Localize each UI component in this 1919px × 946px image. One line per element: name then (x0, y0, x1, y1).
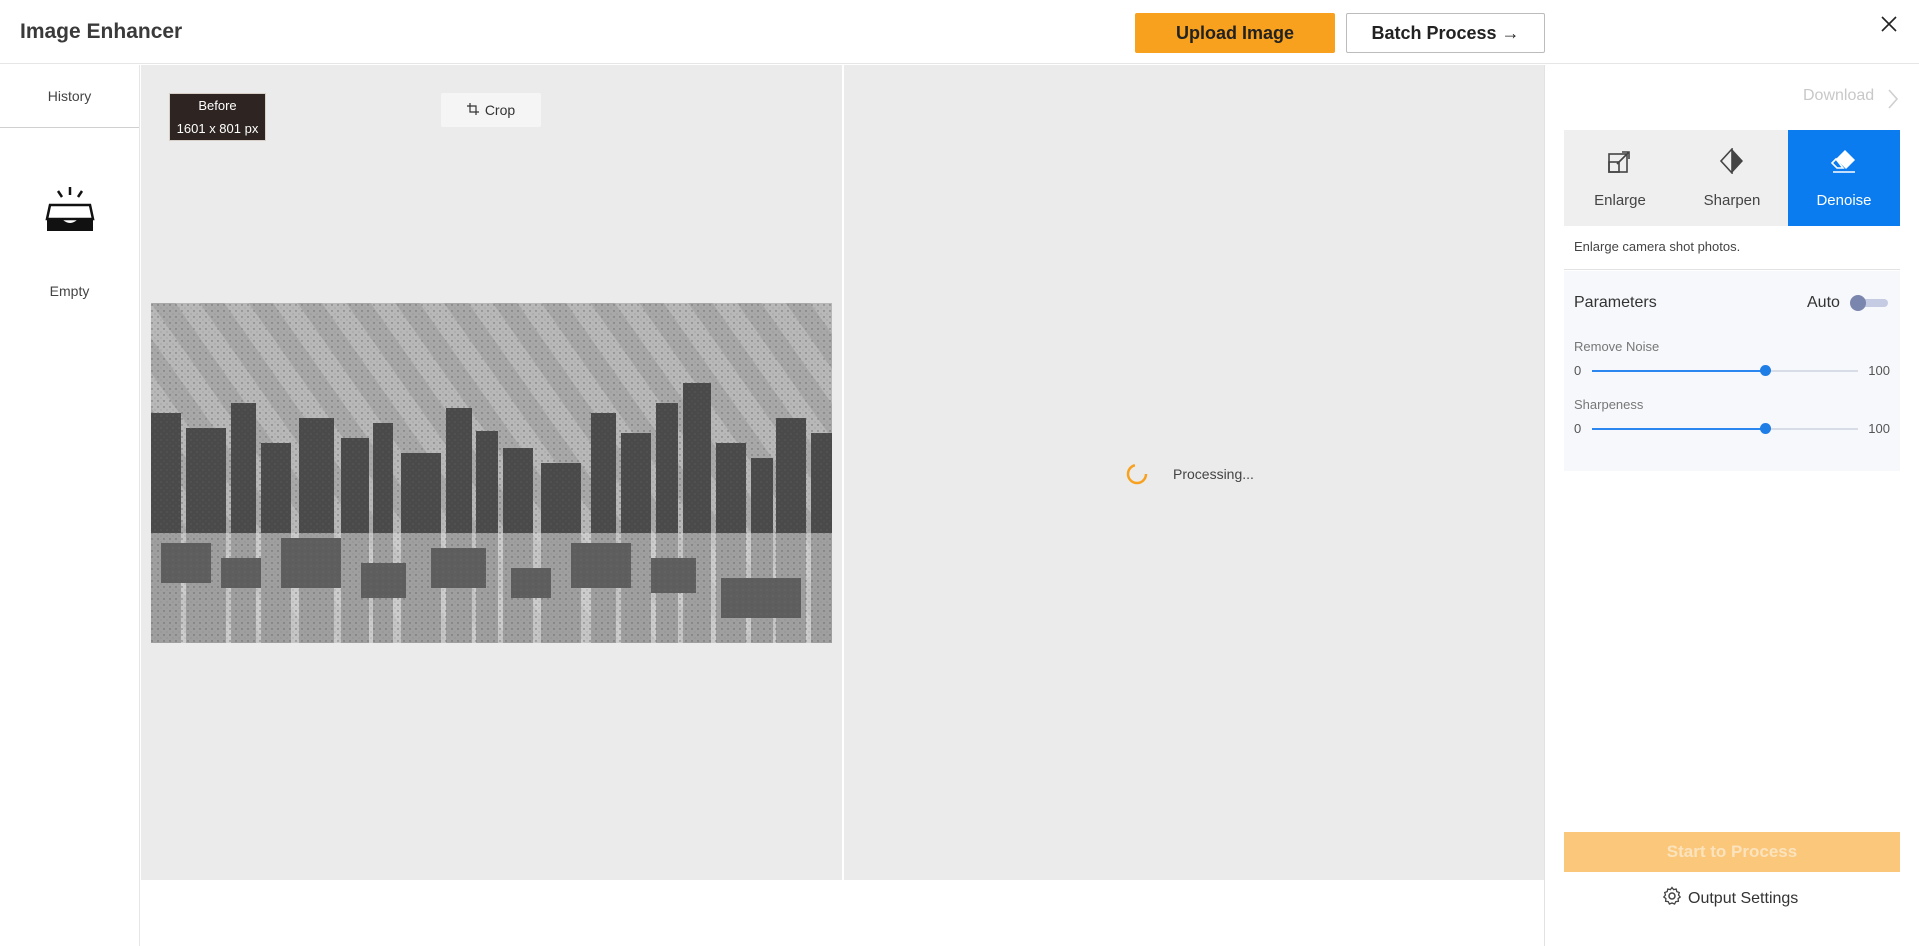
history-title[interactable]: History (0, 65, 139, 128)
before-image-cityscape (151, 303, 832, 643)
tool-tabs: Enlarge Sharpen Denoise (1564, 130, 1900, 226)
processing-text: Processing... (1173, 466, 1254, 482)
crop-label: Crop (484, 102, 516, 118)
top-bar: Image Enhancer Upload Image Batch Proces… (0, 0, 1919, 64)
remove-noise-label: Remove Noise (1574, 339, 1660, 354)
history-empty-label: Empty (49, 283, 90, 299)
output-settings-label: Output Settings (1688, 889, 1799, 907)
upload-image-button[interactable]: Upload Image (1135, 13, 1335, 53)
crop-icon (466, 102, 479, 118)
auto-toggle-knob (1850, 295, 1866, 311)
remove-noise-min: 0 (1574, 363, 1582, 378)
chevron-right-icon[interactable] (1886, 87, 1900, 111)
history-panel: History Empty (0, 65, 140, 946)
after-pane: Processing... (844, 65, 1544, 880)
auto-label: Auto (1807, 294, 1840, 311)
output-settings-button[interactable]: Output Settings (1662, 886, 1798, 911)
tab-sharpen[interactable]: Sharpen (1676, 130, 1788, 226)
close-icon[interactable] (1877, 12, 1901, 36)
enlarge-icon (1607, 148, 1633, 178)
batch-process-button[interactable]: Batch Process → (1346, 13, 1545, 53)
processing-indicator: Processing... (1125, 462, 1254, 486)
before-badge-size: 1601 x 801 px (176, 121, 259, 136)
tab-sharpen-label: Sharpen (1703, 192, 1761, 209)
right-panel-divider (1544, 65, 1545, 946)
bottom-strip (141, 880, 1545, 946)
tab-denoise[interactable]: Denoise (1788, 130, 1900, 226)
sharpeness-label: Sharpeness (1574, 397, 1644, 412)
before-badge-title: Before (198, 98, 237, 113)
remove-noise-max: 100 (1868, 363, 1890, 378)
tab-denoise-label: Denoise (1816, 192, 1872, 209)
remove-noise-thumb[interactable] (1759, 365, 1771, 376)
spinner-icon (1125, 462, 1149, 486)
sharpeness-thumb[interactable] (1759, 423, 1771, 434)
gear-icon (1662, 886, 1682, 911)
sharpen-icon (1719, 146, 1745, 178)
app-title: Image Enhancer (20, 20, 183, 43)
download-button[interactable]: Download (1803, 87, 1874, 105)
eraser-icon (1830, 148, 1857, 178)
parameters-title: Parameters (1574, 294, 1657, 311)
auto-toggle[interactable] (1850, 295, 1888, 311)
tab-enlarge[interactable]: Enlarge (1564, 130, 1676, 226)
sharpeness-fill (1592, 428, 1765, 430)
remove-noise-slider[interactable]: 0 100 (1574, 361, 1890, 381)
tool-description: Enlarge camera shot photos. (1564, 226, 1900, 270)
tab-enlarge-label: Enlarge (1594, 192, 1646, 209)
remove-noise-fill (1592, 370, 1765, 372)
start-to-process-button[interactable]: Start to Process (1564, 832, 1900, 872)
before-pane: Before 1601 x 801 px Crop (141, 65, 842, 880)
empty-inbox-icon (44, 185, 96, 235)
before-badge: Before 1601 x 801 px (169, 93, 266, 141)
sharpeness-min: 0 (1574, 421, 1582, 436)
parameters-panel: Parameters Auto Remove Noise 0 100 Sharp… (1564, 271, 1900, 471)
sharpeness-max: 100 (1868, 421, 1890, 436)
crop-button[interactable]: Crop (441, 93, 541, 127)
sharpeness-slider[interactable]: 0 100 (1574, 419, 1890, 439)
